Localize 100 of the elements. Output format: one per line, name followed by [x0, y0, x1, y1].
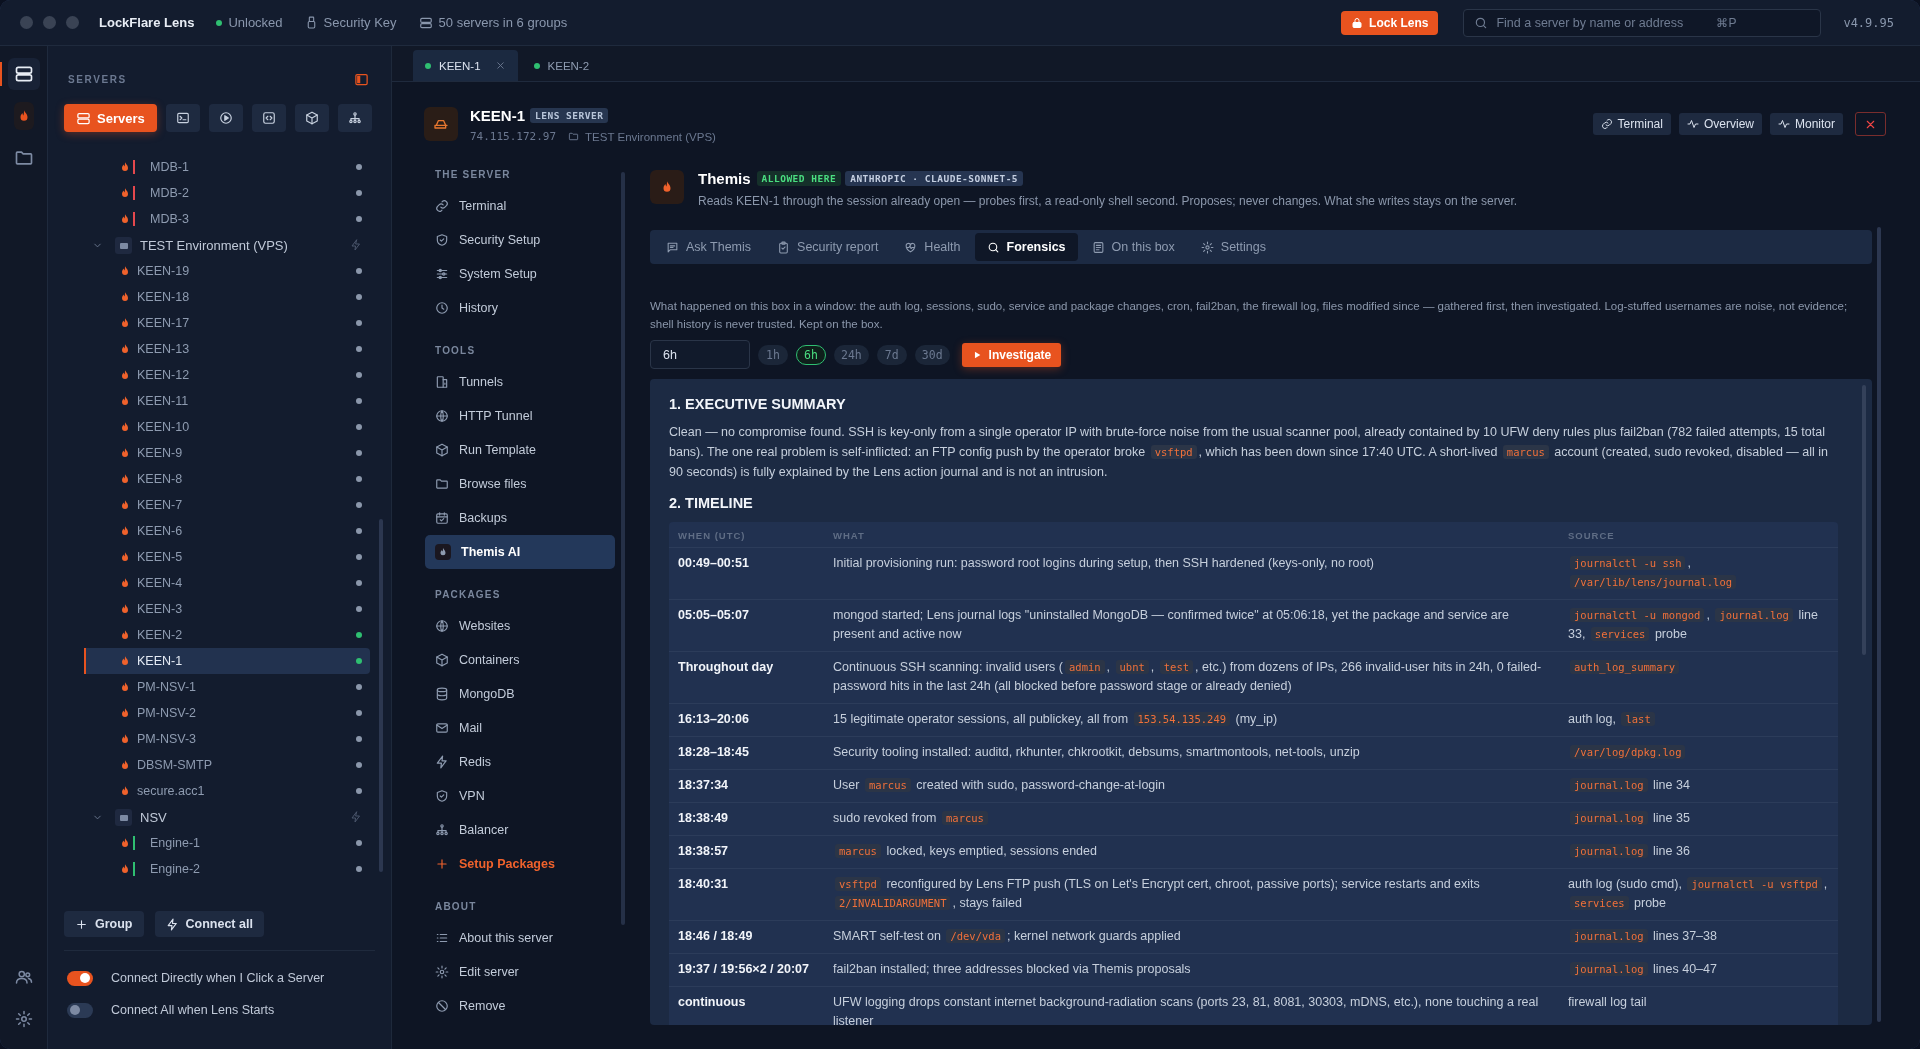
nav-item[interactable]: Mail [425, 711, 616, 745]
add-group-button[interactable]: Group [64, 911, 144, 937]
server-item[interactable]: DBSM-SMTP [84, 752, 370, 778]
nav-item[interactable]: Browse files [425, 467, 616, 501]
server-item[interactable]: KEEN-12 [84, 362, 370, 388]
lock-button[interactable]: Lock Lens [1341, 10, 1439, 35]
range-chip[interactable]: 7d [876, 344, 907, 365]
table-cell: /var/log/dpkg.log [1559, 736, 1838, 770]
server-item[interactable]: MDB-1 [84, 154, 370, 180]
nav-item[interactable]: Containers [425, 643, 616, 677]
server-tab[interactable]: KEEN-2 [521, 50, 602, 81]
server-item[interactable]: MDB-3 [84, 206, 370, 232]
investigate-button[interactable]: Investigate [961, 342, 1062, 367]
server-item[interactable]: PM-NSV-3 [84, 726, 370, 752]
action-button[interactable]: Terminal [1592, 113, 1671, 135]
server-item[interactable]: KEEN-7 [84, 492, 370, 518]
nav-item[interactable]: About this server [425, 921, 616, 955]
nav-item[interactable]: History [425, 291, 616, 325]
table-cell: 18:37:34 [669, 769, 824, 803]
server-item[interactable]: KEEN-8 [84, 466, 370, 492]
server-item[interactable]: KEEN-17 [84, 310, 370, 336]
server-item[interactable]: KEEN-2 [84, 622, 370, 648]
connect-all-button[interactable]: Connect all [154, 911, 264, 937]
group-item[interactable]: NSV [84, 804, 370, 830]
tab[interactable]: Health [892, 233, 973, 261]
server-item[interactable]: Engine-2 [84, 856, 370, 882]
hierarchy-tab[interactable] [337, 104, 372, 132]
activity-icon [1778, 118, 1790, 130]
server-item[interactable]: PM-NSV-1 [84, 674, 370, 700]
nav-item[interactable]: Run Template [425, 433, 616, 467]
panel-toggle[interactable] [354, 71, 369, 87]
nav-item[interactable]: Redis [425, 745, 616, 779]
server-item[interactable]: KEEN-3 [84, 596, 370, 622]
tab[interactable]: Ask Themis [654, 233, 764, 261]
tab[interactable]: Settings [1188, 233, 1278, 261]
bolt-icon [350, 811, 362, 823]
server-item[interactable]: KEEN-13 [84, 336, 370, 362]
nav-item[interactable]: System Setup [425, 257, 616, 291]
nav-item[interactable]: Remove [425, 989, 616, 1023]
action-button[interactable]: Overview [1678, 113, 1762, 135]
tab[interactable]: On this box [1079, 233, 1187, 261]
server-item[interactable]: KEEN-1 [84, 648, 370, 674]
server-item[interactable]: KEEN-19 [84, 258, 370, 284]
toggle-switch[interactable] [67, 970, 93, 986]
server-item[interactable]: KEEN-18 [84, 284, 370, 310]
nav-item[interactable]: Security Setup [425, 223, 616, 257]
range-chip[interactable]: 1h [758, 344, 788, 365]
add-link[interactable]: Setup Packages [425, 847, 616, 881]
nav-item[interactable]: Websites [425, 609, 616, 643]
table-cell: 18:40:31 [669, 868, 824, 921]
nav-item[interactable]: VPN [425, 779, 616, 813]
nav-item[interactable]: Tunnels [425, 365, 616, 399]
table-cell: continuous [669, 986, 824, 1025]
nav-item[interactable]: Themis AI [425, 535, 616, 569]
server-stack-icon [13, 64, 34, 84]
search-input[interactable]: Find a server by name or address [1496, 15, 1709, 30]
tab[interactable]: Forensics [974, 233, 1078, 261]
server-tab[interactable]: KEEN-1 [413, 50, 518, 81]
server-item[interactable]: KEEN-11 [84, 388, 370, 414]
range-chip[interactable]: 6h [796, 344, 826, 365]
nav-item[interactable]: HTTP Tunnel [425, 399, 616, 433]
range-chip[interactable]: 30d [914, 344, 950, 365]
flame-icon [119, 187, 131, 199]
server-item[interactable]: KEEN-6 [84, 518, 370, 544]
server-item[interactable]: PM-NSV-2 [84, 700, 370, 726]
range-chip[interactable]: 24h [834, 344, 869, 365]
sliders-icon [435, 267, 449, 281]
action-button[interactable]: Monitor [1770, 113, 1843, 135]
document-icon [1091, 240, 1105, 254]
nav-item[interactable]: Terminal [425, 189, 616, 223]
summary-text: Clean — no compromise found. SSH is key-only from a single operator IP with brute-force noise from the usual scanner pool, already contained by 10 UFW deny rules plus fail2ban (782 failed attempts, 15 total bans). The one real problem is self-inflicted: an FTP config push by the operator broke vsftpd , which has been down since 17:40 UTC. A short-lived marcus account (created, sudo revoked, disabled — all in 90 seconds) is fully explained by the Lens action journal and is not an intrusion. [669, 424, 1830, 481]
range-field[interactable]: 6h [650, 340, 750, 369]
server-item[interactable]: KEEN-4 [84, 570, 370, 596]
flame-icon [119, 863, 131, 875]
search-field[interactable]: Find a server by name or address ⌘P [1463, 8, 1822, 37]
nav-item[interactable]: Backups [425, 501, 616, 535]
terminal-tab[interactable] [165, 104, 200, 132]
nav-item[interactable]: Edit server [425, 955, 616, 989]
server-item[interactable]: KEEN-5 [84, 544, 370, 570]
servers-tab[interactable]: Servers [64, 104, 157, 132]
code-tab[interactable] [251, 104, 286, 132]
play-tab[interactable] [208, 104, 243, 132]
box-tab[interactable] [294, 104, 329, 132]
table-cell: auth_log_summary [1559, 651, 1838, 704]
tab[interactable]: Security report [765, 233, 891, 261]
server-item[interactable]: Engine-1 [84, 830, 370, 856]
server-item[interactable]: KEEN-10 [84, 414, 370, 440]
toggle-switch[interactable] [67, 1002, 93, 1018]
server-item[interactable]: MDB-2 [84, 180, 370, 206]
section-title: SERVERS [68, 73, 127, 85]
group-item[interactable]: TEST Environment (VPS) [84, 232, 370, 258]
table-cell: 16:13–20:06 [669, 703, 824, 737]
link-icon [1600, 118, 1613, 130]
nav-item[interactable]: Balancer [425, 813, 616, 847]
flame-icon [119, 525, 131, 537]
server-item[interactable]: KEEN-9 [84, 440, 370, 466]
hierarchy-icon [347, 111, 362, 125]
nav-item[interactable]: MongoDB [425, 677, 616, 711]
server-item[interactable]: secure.acc1 [84, 778, 370, 804]
flame-icon [435, 544, 451, 560]
